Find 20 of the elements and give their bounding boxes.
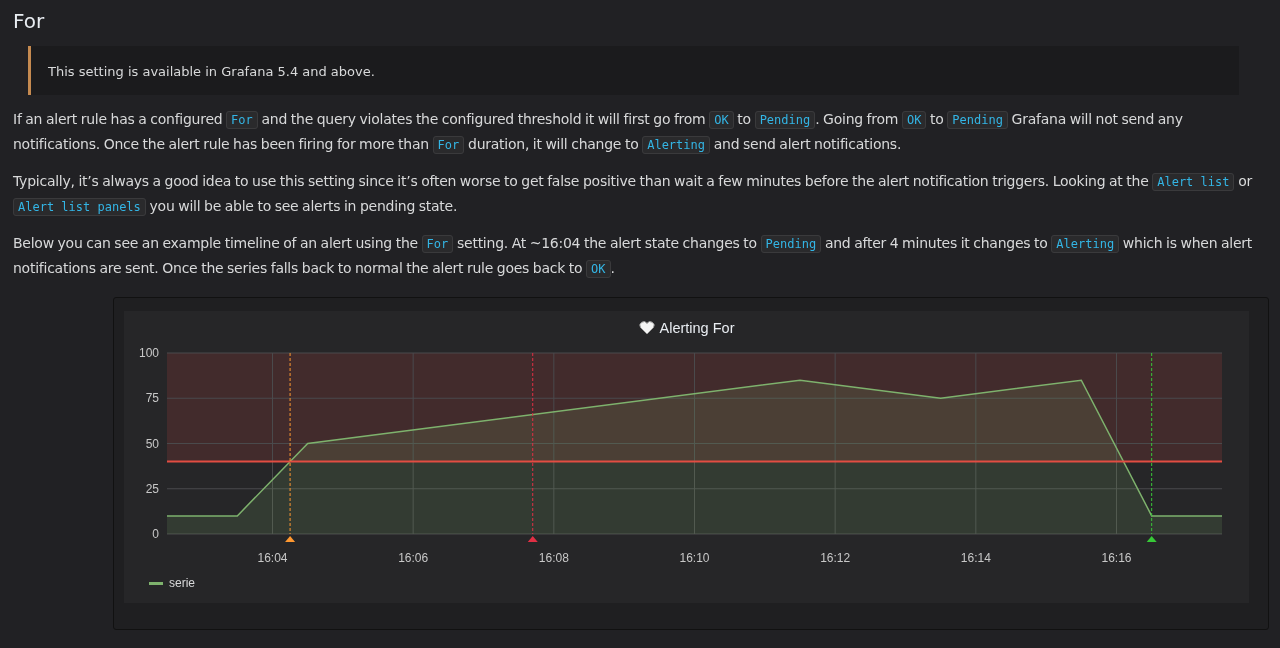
y-axis-label: 75 (145, 391, 159, 406)
section-heading: For (13, 8, 46, 34)
x-axis-label: 16:06 (398, 551, 429, 565)
x-axis-label: 16:12 (820, 551, 851, 565)
y-axis-label: 50 (145, 436, 159, 451)
paragraph: Below you can see an example timeline of an alert using the For setting. At ~16:04 the alert state changes to Pending and after 4 minutes it changes to Alerting which is when alert notifications are sent. Once the series falls back to normal the alert rule goes back to OK . (13, 234, 1253, 280)
note-text: This setting is available in Grafana 5.4 and above. (48, 64, 375, 79)
paragraph: Typically, it’s always a good idea to use this setting since it’s often worse to get false positive than wait a few minutes before the alert notification triggers. Looking at the Alert list or Alert list panels you will be able to see alerts in pending state. (13, 172, 1253, 218)
y-axis-label: 0 (152, 527, 159, 541)
paragraph: If an alert rule has a configured For and the query violates the configured threshold it will first go from OK to Pending . Going from OK to Pending Grafana will not send any notifications. Once the alert rule has been firing for more than For duration, it will change to Alerting and send alert notifications. (13, 110, 1184, 156)
y-axis-label: 100 (138, 346, 159, 360)
y-axis-label: 25 (145, 481, 159, 496)
x-axis-label: 16:14 (960, 551, 991, 565)
x-axis-label: 16:08 (538, 551, 569, 565)
legend-label: serie (169, 576, 195, 590)
x-axis-label: 16:10 (679, 551, 710, 565)
x-axis-label: 16:04 (257, 551, 288, 565)
x-axis-label: 16:16 (1101, 551, 1132, 565)
panel-title: Alerting For (659, 320, 735, 336)
heart-icon (638, 321, 655, 335)
